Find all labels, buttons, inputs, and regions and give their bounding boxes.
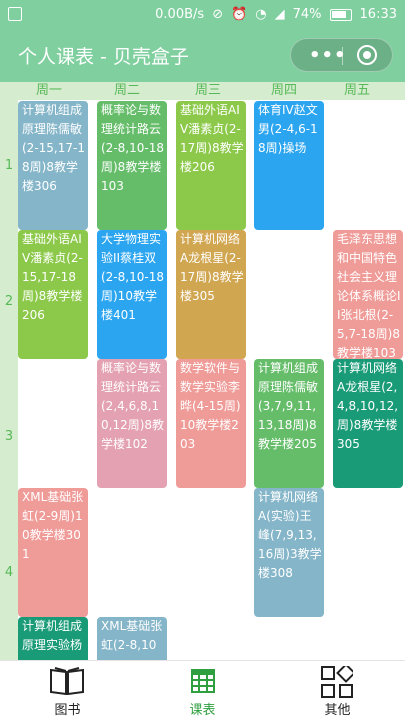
course-card[interactable]: 基础外语AIV潘素贞(2-17周)8教学楼206 bbox=[176, 101, 246, 230]
timetable-grid: 1 2 3 4 计算机组成原理陈儒敏(2-15,17-18周)8教学楼306 概… bbox=[0, 100, 405, 660]
tab-schedule-label: 课表 bbox=[189, 703, 216, 718]
signal-icon: ◢ bbox=[274, 7, 285, 22]
course-card[interactable]: XML基础张虹(2-8,10 bbox=[97, 617, 167, 660]
course-card[interactable]: 概率论与数理统计路云(2-8,10-18周)8教学楼103 bbox=[97, 101, 167, 230]
wifi-icon: ◔ bbox=[255, 7, 267, 22]
day-thursday: 周四 bbox=[270, 83, 297, 98]
calendar-table-icon bbox=[191, 669, 215, 693]
tab-books[interactable]: 图书 bbox=[0, 661, 135, 721]
bottom-tab-bar: 图书 课表 其他 bbox=[0, 660, 405, 720]
course-card[interactable]: 大学物理实验II蔡桂双(2-8,10-18周)10教学楼401 bbox=[97, 230, 167, 359]
tab-other[interactable]: 其他 bbox=[270, 661, 405, 721]
course-card[interactable]: 计算机网络A龙根星(2,4,8,10,12,周)8教学楼305 bbox=[333, 359, 403, 488]
course-card[interactable]: 计算机网络A龙根星(2-17周)8教学楼305 bbox=[176, 230, 246, 359]
battery-icon bbox=[329, 8, 352, 21]
course-card[interactable]: 体育IV赵文男(2-4,6-18周)操场 bbox=[254, 101, 324, 230]
course-card[interactable]: 计算机组成原理陈儒敏(2-15,17-18周)8教学楼306 bbox=[18, 101, 88, 230]
course-card[interactable]: 计算机组成原理陈儒敏(3,7,9,11,13,18周)8教学楼205 bbox=[254, 359, 324, 488]
page-title: 个人课表 - 贝壳盒子 bbox=[18, 46, 189, 68]
course-card[interactable]: 基础外语AIV潘素贞(2-15,17-18周)8教学楼206 bbox=[18, 230, 88, 359]
day-friday: 周五 bbox=[343, 83, 370, 98]
day-tuesday: 周二 bbox=[113, 83, 140, 98]
close-mini-program-icon[interactable] bbox=[357, 45, 377, 65]
tab-other-label: 其他 bbox=[324, 703, 351, 718]
period-label: 1 bbox=[4, 158, 14, 173]
battery-percent: 74% bbox=[292, 7, 322, 22]
day-monday: 周一 bbox=[35, 83, 62, 98]
status-bar: 0.00B/s ⊘ ⏰ ◔ ◢ 74% 16:33 bbox=[0, 0, 405, 30]
notification-icon bbox=[8, 7, 22, 21]
capsule-divider bbox=[342, 47, 343, 65]
mute-icon: ⊘ bbox=[212, 7, 224, 22]
network-speed: 0.00B/s bbox=[155, 7, 205, 22]
title-bar: 个人课表 - 贝壳盒子 ••• bbox=[0, 30, 405, 82]
course-card[interactable]: 计算机组成原理实验杨 bbox=[18, 617, 88, 660]
alarm-icon: ⏰ bbox=[231, 7, 248, 22]
course-card[interactable]: 毛泽东思想和中国特色社会主义理论体系概论II张北根(2-5,7-18周)8教学楼… bbox=[333, 230, 403, 359]
clock: 16:33 bbox=[359, 7, 397, 22]
period-column: 1 2 3 4 bbox=[0, 100, 18, 660]
book-icon bbox=[50, 667, 84, 695]
course-card[interactable]: 计算机网络A(实验)王峰(7,9,13,16周)3教学楼308 bbox=[254, 488, 324, 617]
course-card[interactable]: 数学软件与数学实验李晔(4-15周)10教学楼203 bbox=[176, 359, 246, 488]
mini-program-capsule: ••• bbox=[290, 38, 393, 72]
period-label: 3 bbox=[4, 429, 14, 444]
period-label: 2 bbox=[4, 294, 14, 309]
weekday-header: 周一 周二 周三 周四 周五 bbox=[0, 82, 405, 100]
period-label: 4 bbox=[4, 565, 14, 580]
more-menu-icon[interactable]: ••• bbox=[309, 45, 347, 66]
course-card[interactable]: XML基础张虹(2-9周)10教学楼301 bbox=[18, 488, 88, 617]
tab-books-label: 图书 bbox=[54, 703, 81, 718]
grid-shapes-icon bbox=[321, 666, 353, 698]
tab-schedule[interactable]: 课表 bbox=[135, 661, 270, 721]
course-card[interactable]: 概率论与数理统计路云(2,4,6,8,10,12周)8教学楼102 bbox=[97, 359, 167, 488]
day-wednesday: 周三 bbox=[194, 83, 221, 98]
